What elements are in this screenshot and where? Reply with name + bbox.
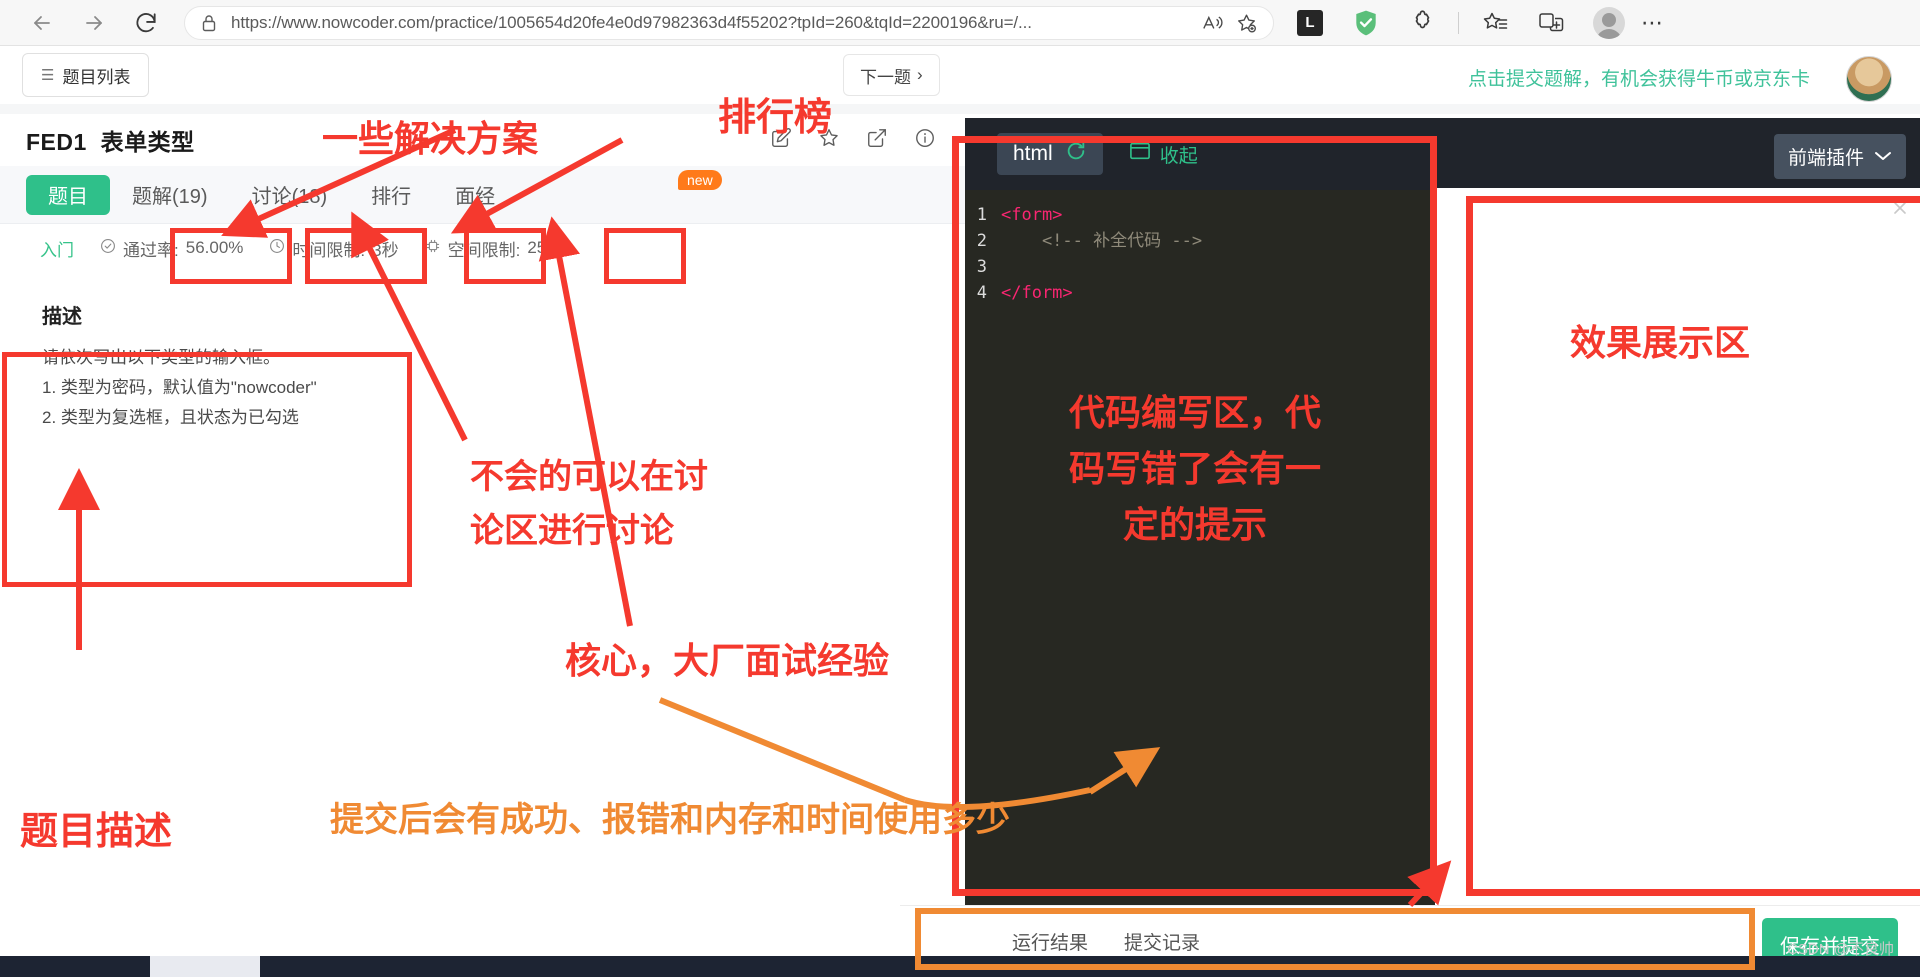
memory-chip-icon xyxy=(425,238,441,259)
tab-solutions[interactable]: 题解(19) xyxy=(110,175,230,215)
code-line: 1 <form> xyxy=(965,202,1435,228)
read-aloud-icon[interactable] xyxy=(1195,8,1229,38)
tab-discussion[interactable]: 讨论(18) xyxy=(230,175,350,215)
check-circle-icon xyxy=(100,238,116,259)
space-limit: 空间限制: 256M xyxy=(425,236,570,261)
plugin-label: 前端插件 xyxy=(1787,148,1864,169)
extension-l-button[interactable]: L xyxy=(1290,3,1330,43)
problem-id: FED1 xyxy=(26,129,87,155)
url-text: https://www.nowcoder.com/practice/100565… xyxy=(231,12,1032,32)
line-number: 2 xyxy=(976,231,987,251)
panel-icon xyxy=(1129,141,1151,167)
address-bar[interactable]: https://www.nowcoder.com/practice/100565… xyxy=(184,5,1274,40)
adblock-shield-icon[interactable] xyxy=(1346,3,1386,43)
forward-button[interactable] xyxy=(74,3,114,43)
problem-list-label: 题目列表 xyxy=(62,67,131,87)
description-panel: 描述 请依次写出以下类型的输入框。 1. 类型为密码，默认值为"nowcoder… xyxy=(24,286,664,447)
edit-icon[interactable] xyxy=(770,127,792,154)
code-line: 4 </form> xyxy=(965,280,1435,306)
close-icon[interactable] xyxy=(1890,198,1910,224)
browser-toolbar: https://www.nowcoder.com/practice/100565… xyxy=(0,0,1920,46)
pass-rate: 通过率: 56.00% xyxy=(100,236,243,261)
collapse-label: 收起 xyxy=(1159,145,1198,167)
page-content: ☰ 题目列表 下一题 › 点击提交题解，有机会获得牛币或京东卡 FED1 表单类… xyxy=(0,46,1920,956)
language-tab-html[interactable]: html xyxy=(997,133,1103,175)
collections-icon[interactable] xyxy=(1475,3,1515,43)
time-limit-value: 3秒 xyxy=(372,240,399,260)
site-header: ☰ 题目列表 下一题 › 点击提交题解，有机会获得牛币或京东卡 xyxy=(0,46,1920,104)
preview-panel: 前端插件 xyxy=(1435,118,1920,948)
space-limit-label: 空间限制: xyxy=(447,240,521,260)
back-button[interactable] xyxy=(22,3,62,43)
split-screen-icon[interactable] xyxy=(1531,3,1571,43)
star-icon[interactable] xyxy=(818,127,840,154)
page-title: FED1 表单类型 xyxy=(26,123,195,157)
pass-rate-label: 通过率: xyxy=(123,240,179,260)
new-badge: new xyxy=(678,170,722,190)
title-action-group xyxy=(770,127,936,154)
problem-title-text: 表单类型 xyxy=(100,129,195,155)
tab-interview[interactable]: 面经 xyxy=(433,175,517,215)
language-label: html xyxy=(1013,142,1053,165)
tab-ranking[interactable]: 排行 xyxy=(349,175,433,215)
time-limit-label: 时间限制: xyxy=(292,240,366,260)
tab-run-result[interactable]: 运行结果 xyxy=(1012,928,1088,955)
space-limit-value: 256M xyxy=(527,238,570,257)
browser-profile-button[interactable] xyxy=(1593,6,1625,39)
extensions-puzzle-icon[interactable] xyxy=(1402,3,1442,43)
toolbar-divider xyxy=(1458,11,1459,34)
browser-more-button[interactable]: ⋯ xyxy=(1641,10,1665,36)
line-number: 4 xyxy=(976,283,987,303)
preview-render-area[interactable] xyxy=(1435,188,1920,948)
section-divider xyxy=(0,104,1920,114)
description-heading: 描述 xyxy=(42,306,82,328)
description-line: 请依次写出以下类型的输入框。 xyxy=(42,348,280,367)
watermark: CSDN @不良帅 xyxy=(1787,941,1894,958)
promo-banner[interactable]: 点击提交题解，有机会获得牛币或京东卡 xyxy=(1468,64,1810,91)
os-taskbar xyxy=(0,956,1920,977)
result-tab-group: 运行结果 提交记录 xyxy=(1012,928,1200,955)
reload-button[interactable] xyxy=(126,3,166,43)
chevron-down-icon xyxy=(1874,146,1892,168)
code-line: 3 xyxy=(965,254,1435,280)
next-problem-label: 下一题 xyxy=(860,67,911,87)
pass-rate-value: 56.00% xyxy=(185,238,244,257)
line-number: 1 xyxy=(976,205,987,225)
frontend-plugin-dropdown[interactable]: 前端插件 xyxy=(1773,134,1906,179)
info-icon[interactable] xyxy=(914,127,936,154)
clock-icon xyxy=(269,238,285,259)
lock-icon[interactable] xyxy=(201,14,221,32)
code-text: <form> xyxy=(1001,205,1063,225)
taskbar-item[interactable] xyxy=(150,956,260,977)
code-text: </form> xyxy=(1001,283,1073,303)
problem-list-button[interactable]: ☰ 题目列表 xyxy=(22,53,150,97)
time-limit: 时间限制: 3秒 xyxy=(269,236,399,261)
description-line: 1. 类型为密码，默认值为"nowcoder" xyxy=(42,378,317,397)
difficulty-badge: 入门 xyxy=(40,240,74,260)
tab-problem[interactable]: 题目 xyxy=(26,174,110,215)
add-to-favorites-icon[interactable] xyxy=(1229,8,1263,38)
code-text-area[interactable]: 1 <form> 2 <!-- 补全代码 --> 3 4 </form> xyxy=(965,190,1435,948)
collapse-button[interactable]: 收起 xyxy=(1129,141,1198,168)
line-number: 3 xyxy=(976,257,987,277)
editor-toolbar: html 收起 xyxy=(965,118,1435,190)
share-icon[interactable] xyxy=(866,127,888,154)
description-line: 2. 类型为复选框，且状态为已勾选 xyxy=(42,408,299,427)
user-avatar[interactable] xyxy=(1846,56,1892,102)
next-problem-button[interactable]: 下一题 › xyxy=(843,54,940,96)
chevron-right-icon: › xyxy=(917,65,923,84)
list-icon: ☰ xyxy=(41,67,55,84)
code-editor-panel: html 收起 1 <form> 2 <!-- 补全代码 --> 3 4 </f… xyxy=(965,118,1435,948)
code-line: 2 <!-- 补全代码 --> xyxy=(965,228,1435,254)
reset-code-icon[interactable] xyxy=(1065,140,1087,168)
tab-submission-record[interactable]: 提交记录 xyxy=(1124,928,1200,955)
code-text: <!-- 补全代码 --> xyxy=(1001,231,1203,251)
